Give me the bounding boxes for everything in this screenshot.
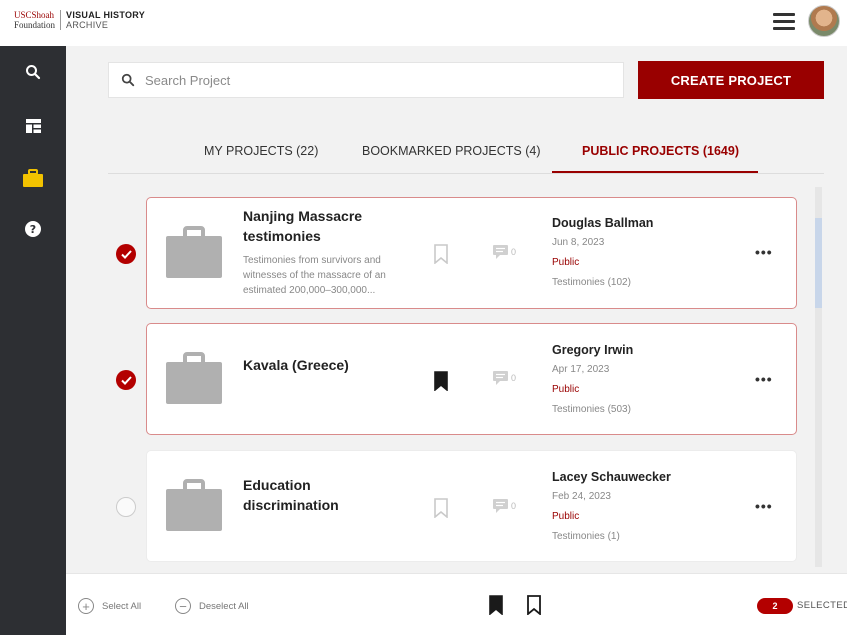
project-owner: Douglas Ballman — [552, 216, 654, 230]
top-header: USCShoah Foundation VISUAL HISTORY ARCHI… — [0, 0, 847, 46]
sidebar-item-projects[interactable] — [20, 165, 46, 191]
bookmark-outline-icon[interactable] — [526, 595, 542, 615]
comment-count-value: 0 — [511, 373, 517, 383]
comment-count[interactable]: 0 — [493, 371, 516, 385]
svg-text:?: ? — [30, 223, 36, 236]
plus-circle-icon: + — [78, 598, 94, 614]
select-all-label: Select All — [102, 600, 142, 612]
comment-icon — [493, 371, 508, 385]
select-checkbox[interactable] — [116, 370, 136, 390]
deselect-all-label: Deselect All — [199, 600, 249, 612]
search-icon — [26, 65, 41, 80]
sidebar-item-search[interactable] — [20, 59, 46, 85]
logo-foundation-line1: USCShoah — [14, 10, 55, 20]
briefcase-icon — [166, 226, 222, 278]
project-date: Feb 24, 2023 — [552, 491, 611, 502]
selected-count-badge: 2 — [757, 598, 793, 614]
logo-archive: VISUAL HISTORY ARCHIVE — [61, 10, 145, 30]
select-all-button[interactable]: + Select All — [78, 598, 141, 614]
selected-label: SELECTED — [797, 600, 847, 611]
comment-count-value: 0 — [511, 501, 517, 511]
project-search-box — [108, 62, 624, 98]
project-owner: Gregory Irwin — [552, 343, 634, 357]
more-options-icon[interactable]: ••• — [755, 371, 773, 387]
tabs-divider — [108, 173, 824, 174]
project-title[interactable]: Nanjing Massacre testimonies — [243, 206, 403, 246]
bookmark-outline-icon[interactable] — [433, 498, 449, 518]
project-visibility: Public — [552, 384, 580, 395]
tab-my-projects[interactable]: MY PROJECTS (22) — [204, 144, 318, 158]
active-tab-indicator — [552, 171, 758, 173]
briefcase-icon — [23, 169, 43, 187]
project-date: Jun 8, 2023 — [552, 237, 605, 248]
tab-public-projects[interactable]: PUBLIC PROJECTS (1649) — [582, 144, 739, 158]
select-checkbox[interactable] — [116, 497, 136, 517]
comment-icon — [493, 245, 508, 259]
bulk-action-bar: + Select All − Deselect All 2 SELECTED — [66, 573, 847, 635]
user-avatar[interactable] — [808, 5, 840, 37]
bookmark-filled-icon[interactable] — [433, 371, 449, 391]
project-visibility: Public — [552, 511, 580, 522]
logo-archive-line2: ARCHIVE — [66, 20, 109, 30]
more-options-icon[interactable]: ••• — [755, 498, 773, 514]
search-input[interactable] — [145, 72, 585, 88]
create-project-button[interactable]: CREATE PROJECT — [638, 61, 824, 99]
sidebar-item-dashboard[interactable] — [20, 113, 46, 139]
project-date: Apr 17, 2023 — [552, 364, 610, 375]
comment-icon — [493, 499, 508, 513]
project-testimonies: Testimonies (503) — [552, 404, 631, 415]
project-owner: Lacey Schauwecker — [552, 470, 671, 484]
hamburger-menu-icon[interactable] — [773, 13, 795, 31]
logo-foundation: USCShoah Foundation — [14, 10, 62, 30]
comment-count[interactable]: 0 — [493, 499, 516, 513]
comment-count[interactable]: 0 — [493, 245, 516, 259]
usc-shoah-logo[interactable]: USCShoah Foundation VISUAL HISTORY ARCHI… — [14, 10, 145, 30]
bookmark-outline-icon[interactable] — [433, 244, 449, 264]
checkmark-icon — [120, 249, 132, 259]
project-testimonies: Testimonies (102) — [552, 277, 631, 288]
project-visibility: Public — [552, 257, 580, 268]
deselect-all-button[interactable]: − Deselect All — [175, 598, 249, 614]
help-icon: ? — [25, 221, 41, 237]
logo-foundation-line2: Foundation — [14, 20, 56, 30]
comment-count-value: 0 — [511, 247, 517, 257]
scrollbar-thumb[interactable] — [815, 218, 822, 308]
more-options-icon[interactable]: ••• — [755, 244, 773, 260]
logo-archive-line1: VISUAL HISTORY — [66, 10, 146, 20]
project-title[interactable]: Education discrimination — [243, 475, 363, 515]
bookmark-filled-icon[interactable] — [488, 595, 504, 615]
minus-circle-icon: − — [175, 598, 191, 614]
tab-bookmarked-projects[interactable]: BOOKMARKED PROJECTS (4) — [362, 144, 541, 158]
project-card[interactable]: Nanjing Massacre testimonies Testimonies… — [146, 197, 797, 309]
dashboard-icon — [25, 119, 41, 133]
select-checkbox[interactable] — [116, 244, 136, 264]
briefcase-icon — [166, 352, 222, 404]
project-title[interactable]: Kavala (Greece) — [243, 355, 403, 375]
project-card[interactable]: Education discrimination 0 Lacey Schauwe… — [146, 450, 797, 562]
briefcase-icon — [166, 479, 222, 531]
checkmark-icon — [120, 375, 132, 385]
sidebar: ? — [0, 46, 66, 635]
project-card[interactable]: Kavala (Greece) 0 Gregory Irwin Apr 17, … — [146, 323, 797, 435]
sidebar-item-help[interactable]: ? — [20, 216, 46, 242]
project-testimonies: Testimonies (1) — [552, 531, 620, 542]
search-icon — [121, 73, 135, 87]
project-description: Testimonies from survivors and witnesses… — [243, 255, 386, 296]
